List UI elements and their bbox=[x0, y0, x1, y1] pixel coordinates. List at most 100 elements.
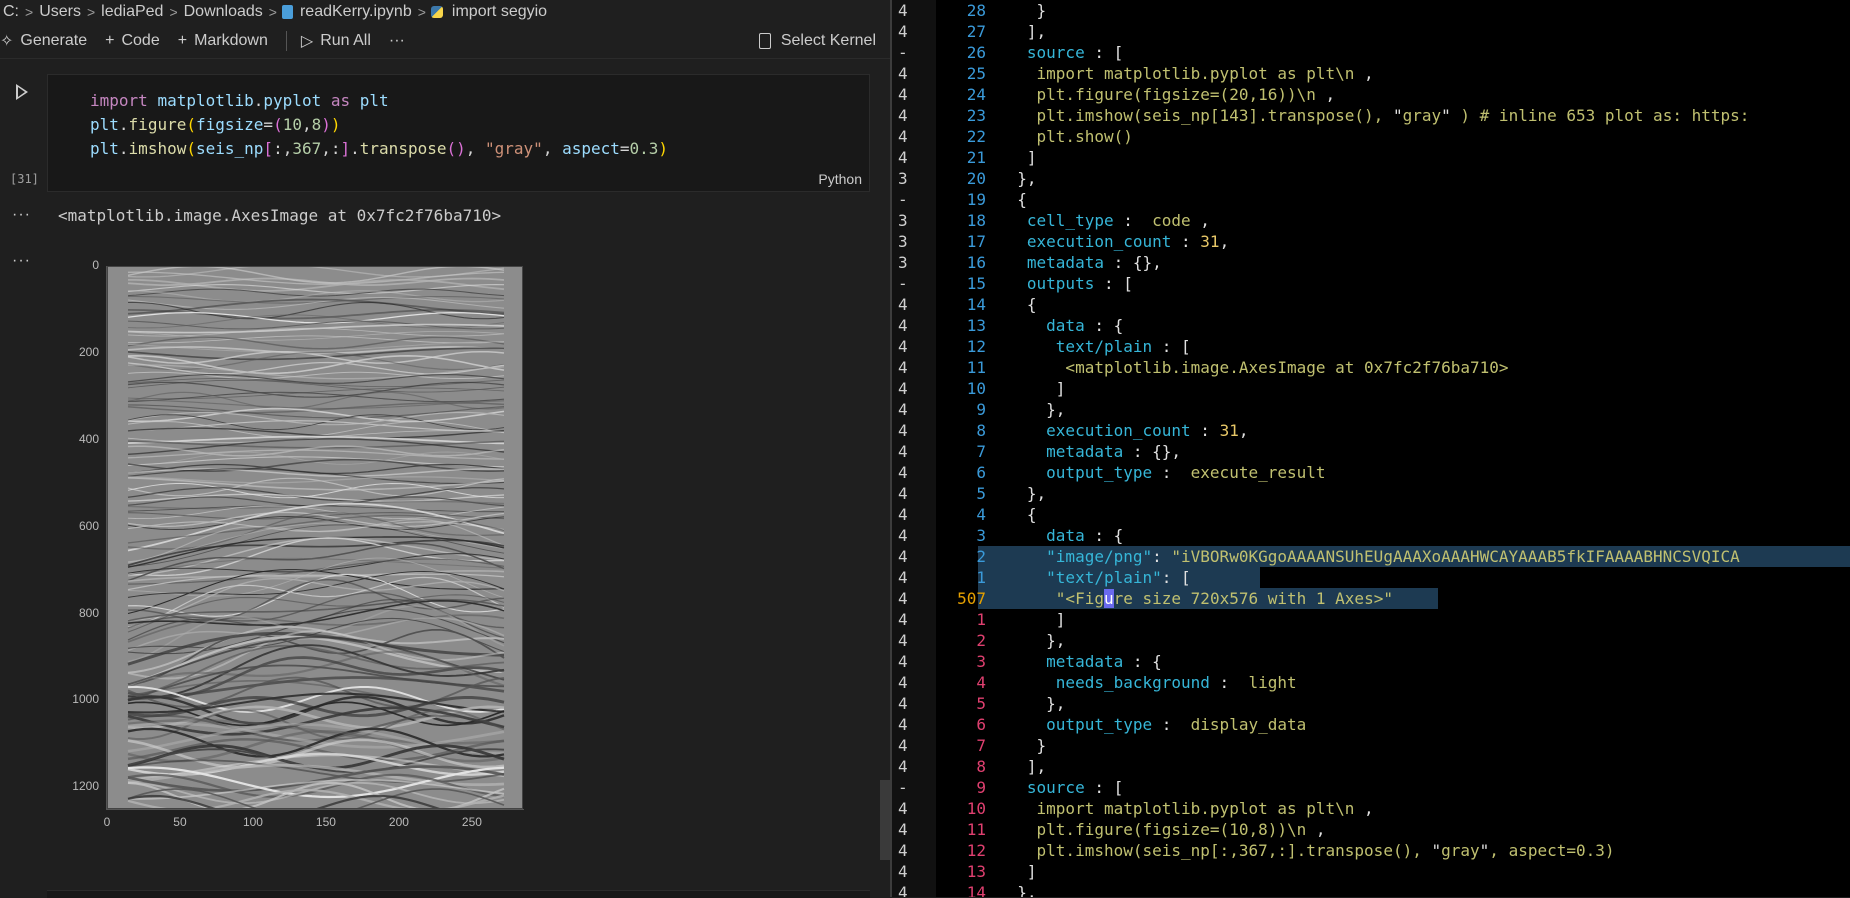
editor-line[interactable]: 4 1 "text/plain": [ bbox=[892, 567, 1850, 588]
editor-line[interactable]: - 15 outputs : [ bbox=[892, 273, 1850, 294]
editor-line[interactable]: 3 20 }, bbox=[892, 168, 1850, 189]
editor-line[interactable]: - 26 source : [ bbox=[892, 42, 1850, 63]
more-actions-button[interactable]: ··· bbox=[389, 32, 405, 50]
editor-line[interactable]: 4 21 ] bbox=[892, 147, 1850, 168]
fold-marker[interactable]: 4 bbox=[898, 525, 916, 546]
json-editor-pane[interactable]: 4 28 } 4 27 ], -26 source : [4 25 import matp… bbox=[892, 0, 1850, 897]
fold-marker[interactable]: 4 bbox=[898, 756, 916, 777]
fold-marker[interactable]: 4 bbox=[898, 609, 916, 630]
fold-marker[interactable]: 4 bbox=[898, 0, 916, 21]
fold-marker[interactable]: 4 bbox=[898, 399, 916, 420]
fold-marker[interactable]: 4 bbox=[898, 567, 916, 588]
output-menu-button[interactable]: ··· bbox=[12, 206, 31, 224]
code-line[interactable]: plt.imshow(seis_np[:,367,:].transpose(),… bbox=[90, 137, 668, 161]
editor-line[interactable]: 4 14 }, bbox=[892, 882, 1850, 897]
breadcrumb-users[interactable]: Users bbox=[36, 3, 84, 21]
fold-marker[interactable]: 4 bbox=[898, 147, 916, 168]
add-markdown-button[interactable]: + Markdown bbox=[178, 32, 268, 50]
editor-line[interactable]: 4 6 output_type : display_data bbox=[892, 714, 1850, 735]
fold-marker[interactable]: 4 bbox=[898, 483, 916, 504]
generate-button[interactable]: ✧ Generate bbox=[0, 31, 87, 51]
fold-marker[interactable]: 4 bbox=[898, 588, 916, 609]
code-line[interactable]: plt.figure(figsize=(10,8)) bbox=[90, 113, 668, 137]
editor-line[interactable]: 4 2 "image/png": "iVBORw0KGgoAAAANSUhEUgA… bbox=[892, 546, 1850, 567]
fold-marker[interactable]: 4 bbox=[898, 672, 916, 693]
editor-line[interactable]: 4 3 metadata : { bbox=[892, 651, 1850, 672]
fold-marker[interactable]: 4 bbox=[898, 546, 916, 567]
editor-line[interactable]: 4 3 data : { bbox=[892, 525, 1850, 546]
fold-marker[interactable]: 4 bbox=[898, 798, 916, 819]
editor-line[interactable]: 4 7 metadata : {}, bbox=[892, 441, 1850, 462]
editor-line[interactable]: 3 18 cell_type : code , bbox=[892, 210, 1850, 231]
breadcrumb-user[interactable]: lediaPed bbox=[98, 3, 166, 21]
fold-marker[interactable]: 4 bbox=[898, 630, 916, 651]
editor-line[interactable]: 4 11 <matplotlib.image.AxesImage at 0x7fc… bbox=[892, 357, 1850, 378]
fold-marker[interactable]: 3 bbox=[898, 252, 916, 273]
fold-marker[interactable]: 4 bbox=[898, 126, 916, 147]
fold-marker[interactable]: 4 bbox=[898, 315, 916, 336]
editor-line[interactable]: 4 2 }, bbox=[892, 630, 1850, 651]
breadcrumb-drive[interactable]: C: bbox=[0, 3, 22, 21]
editor-line[interactable]: 4 1 ] bbox=[892, 609, 1850, 630]
editor-line[interactable]: 4 13 ] bbox=[892, 861, 1850, 882]
fold-marker[interactable]: 4 bbox=[898, 819, 916, 840]
editor-line[interactable]: 4 10 ] bbox=[892, 378, 1850, 399]
editor-line[interactable]: 4 9 }, bbox=[892, 399, 1850, 420]
editor-line[interactable]: 4 25 import matplotlib.pyplot as plt\n , bbox=[892, 63, 1850, 84]
fold-marker[interactable]: 3 bbox=[898, 210, 916, 231]
editor-line[interactable]: 4 24 plt.figure(figsize=(20,16))\n , bbox=[892, 84, 1850, 105]
editor-line[interactable]: 3 16 metadata : {}, bbox=[892, 252, 1850, 273]
fold-marker[interactable]: 4 bbox=[898, 294, 916, 315]
select-kernel-button[interactable]: Select Kernel bbox=[758, 28, 876, 54]
editor-line[interactable]: 4 6 output_type : execute_result bbox=[892, 462, 1850, 483]
editor-line[interactable]: 3 17 execution_count : 31, bbox=[892, 231, 1850, 252]
breadcrumb-cell[interactable]: import segyio bbox=[449, 3, 550, 21]
output-menu-button-2[interactable]: ··· bbox=[12, 252, 31, 270]
fold-marker[interactable]: 4 bbox=[898, 63, 916, 84]
editor-line[interactable]: 4 5 }, bbox=[892, 483, 1850, 504]
fold-marker[interactable]: 4 bbox=[898, 882, 916, 897]
code-line[interactable]: import matplotlib.pyplot as plt bbox=[90, 89, 668, 113]
fold-marker[interactable]: - bbox=[898, 273, 916, 294]
fold-marker[interactable]: 4 bbox=[898, 693, 916, 714]
fold-marker[interactable]: 4 bbox=[898, 84, 916, 105]
fold-marker[interactable]: 4 bbox=[898, 462, 916, 483]
editor-line[interactable]: 4 4 { bbox=[892, 504, 1850, 525]
fold-marker[interactable]: 4 bbox=[898, 378, 916, 399]
breadcrumb-file[interactable]: readKerry.ipynb bbox=[297, 3, 415, 21]
fold-marker[interactable]: 3 bbox=[898, 231, 916, 252]
editor-line[interactable]: 4 7 } bbox=[892, 735, 1850, 756]
fold-marker[interactable]: 4 bbox=[898, 840, 916, 861]
editor-line[interactable]: 4 14 { bbox=[892, 294, 1850, 315]
editor-line[interactable]: - 9 source : [ bbox=[892, 777, 1850, 798]
fold-marker[interactable]: 4 bbox=[898, 861, 916, 882]
editor-line[interactable]: 4 12 plt.imshow(seis_np[:,367,:].transpos… bbox=[892, 840, 1850, 861]
fold-marker[interactable]: 4 bbox=[898, 651, 916, 672]
breadcrumb-downloads[interactable]: Downloads bbox=[181, 3, 266, 21]
fold-marker[interactable]: 4 bbox=[898, 735, 916, 756]
notebook-scrollbar[interactable] bbox=[880, 780, 890, 860]
editor-line[interactable]: 4 10 import matplotlib.pyplot as plt\n , bbox=[892, 798, 1850, 819]
fold-marker[interactable]: - bbox=[898, 777, 916, 798]
editor-line[interactable]: 4 28 } bbox=[892, 0, 1850, 21]
fold-marker[interactable]: 4 bbox=[898, 336, 916, 357]
add-code-button[interactable]: + Code bbox=[105, 32, 160, 50]
editor-line[interactable]: 4 12 text/plain : [ bbox=[892, 336, 1850, 357]
fold-marker[interactable]: 4 bbox=[898, 105, 916, 126]
fold-marker[interactable]: - bbox=[898, 42, 916, 63]
fold-marker[interactable]: 4 bbox=[898, 420, 916, 441]
code-cell[interactable]: import matplotlib.pyplot as plt plt.figur… bbox=[47, 74, 870, 192]
fold-marker[interactable]: 3 bbox=[898, 168, 916, 189]
editor-line[interactable]: 4 8 ], bbox=[892, 756, 1850, 777]
editor-line[interactable]: 4 22 plt.show() bbox=[892, 126, 1850, 147]
run-all-button[interactable]: ▷ Run All bbox=[301, 31, 371, 51]
fold-marker[interactable]: 4 bbox=[898, 441, 916, 462]
editor-line[interactable]: - 19 { bbox=[892, 189, 1850, 210]
run-cell-icon[interactable] bbox=[16, 84, 28, 100]
fold-marker[interactable]: - bbox=[898, 189, 916, 210]
cell-code-editor[interactable]: import matplotlib.pyplot as plt plt.figur… bbox=[90, 89, 668, 161]
editor-line[interactable]: 4 11 plt.figure(figsize=(10,8))\n , bbox=[892, 819, 1850, 840]
editor-line[interactable]: 4 8 execution_count : 31, bbox=[892, 420, 1850, 441]
fold-marker[interactable]: 4 bbox=[898, 504, 916, 525]
fold-marker[interactable]: 4 bbox=[898, 714, 916, 735]
